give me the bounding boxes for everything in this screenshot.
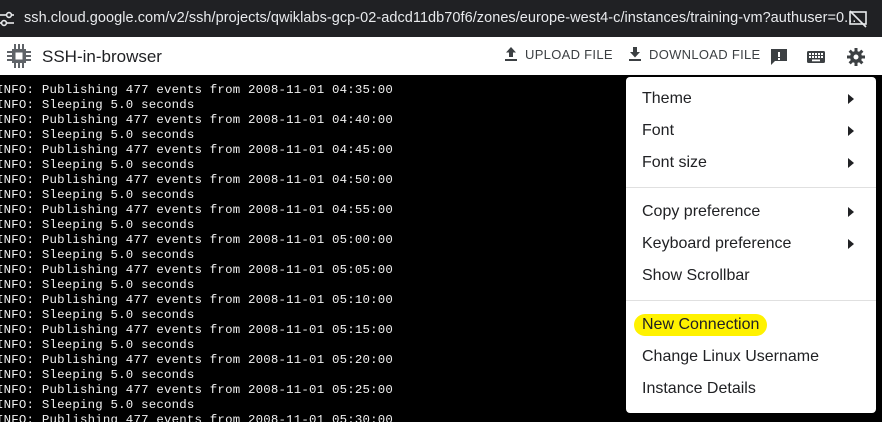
download-icon: [629, 47, 641, 61]
submenu-arrow-icon: [848, 207, 854, 217]
settings-gear-icon[interactable]: [846, 47, 866, 67]
upload-file-label: UPLOAD FILE: [525, 46, 613, 62]
menu-item-change-linux-username[interactable]: Change Linux Username: [626, 341, 876, 373]
download-file-label: DOWNLOAD FILE: [649, 46, 761, 62]
menu-divider: [626, 187, 876, 188]
menu-item-label: Keyboard preference: [642, 235, 792, 252]
menu-item-label: Font: [642, 122, 675, 139]
site-settings-icon[interactable]: [0, 9, 14, 29]
submenu-arrow-icon: [848, 239, 854, 249]
compute-engine-icon: [7, 44, 31, 68]
upload-icon: [505, 47, 517, 61]
submenu-arrow-icon: [848, 158, 854, 168]
submenu-arrow-icon: [848, 126, 854, 136]
settings-menu: Theme Font Font size Copy preference Key…: [626, 77, 876, 413]
browser-url-bar: ssh.cloud.google.com/v2/ssh/projects/qwi…: [0, 0, 882, 37]
app-title: SSH-in-browser: [42, 47, 162, 66]
cast-off-icon[interactable]: [848, 10, 868, 28]
menu-item-label: Show Scrollbar: [642, 267, 750, 284]
feedback-icon[interactable]: [769, 47, 789, 67]
ssh-toolbar: SSH-in-browser UPLOAD FILE DOWNLOAD FILE: [0, 37, 882, 75]
menu-item-new-connection[interactable]: New Connection: [626, 309, 876, 341]
menu-item-instance-details[interactable]: Instance Details: [626, 373, 876, 405]
menu-item-label: Copy preference: [642, 203, 761, 220]
menu-item-keyboard-preference[interactable]: Keyboard preference: [626, 228, 876, 260]
menu-item-label: Instance Details: [642, 380, 756, 397]
address-text[interactable]: ssh.cloud.google.com/v2/ssh/projects/qwi…: [24, 10, 856, 26]
menu-item-font-size[interactable]: Font size: [626, 147, 876, 179]
menu-item-label-highlighted: New Connection: [634, 314, 768, 336]
menu-divider: [626, 300, 876, 301]
menu-item-label: Theme: [642, 90, 692, 107]
menu-item-copy-preference[interactable]: Copy preference: [626, 196, 876, 228]
upload-file-button[interactable]: UPLOAD FILE: [503, 46, 613, 62]
menu-item-show-scrollbar[interactable]: Show Scrollbar: [626, 260, 876, 292]
terminal-line: INFO: Publishing 477 events from 2008-11…: [0, 413, 394, 422]
submenu-arrow-icon: [848, 94, 854, 104]
keyboard-icon[interactable]: [806, 47, 826, 67]
menu-item-font[interactable]: Font: [626, 115, 876, 147]
download-file-button[interactable]: DOWNLOAD FILE: [627, 46, 761, 62]
menu-item-theme[interactable]: Theme: [626, 83, 876, 115]
menu-item-label: Change Linux Username: [642, 348, 819, 365]
menu-item-label: Font size: [642, 154, 707, 171]
